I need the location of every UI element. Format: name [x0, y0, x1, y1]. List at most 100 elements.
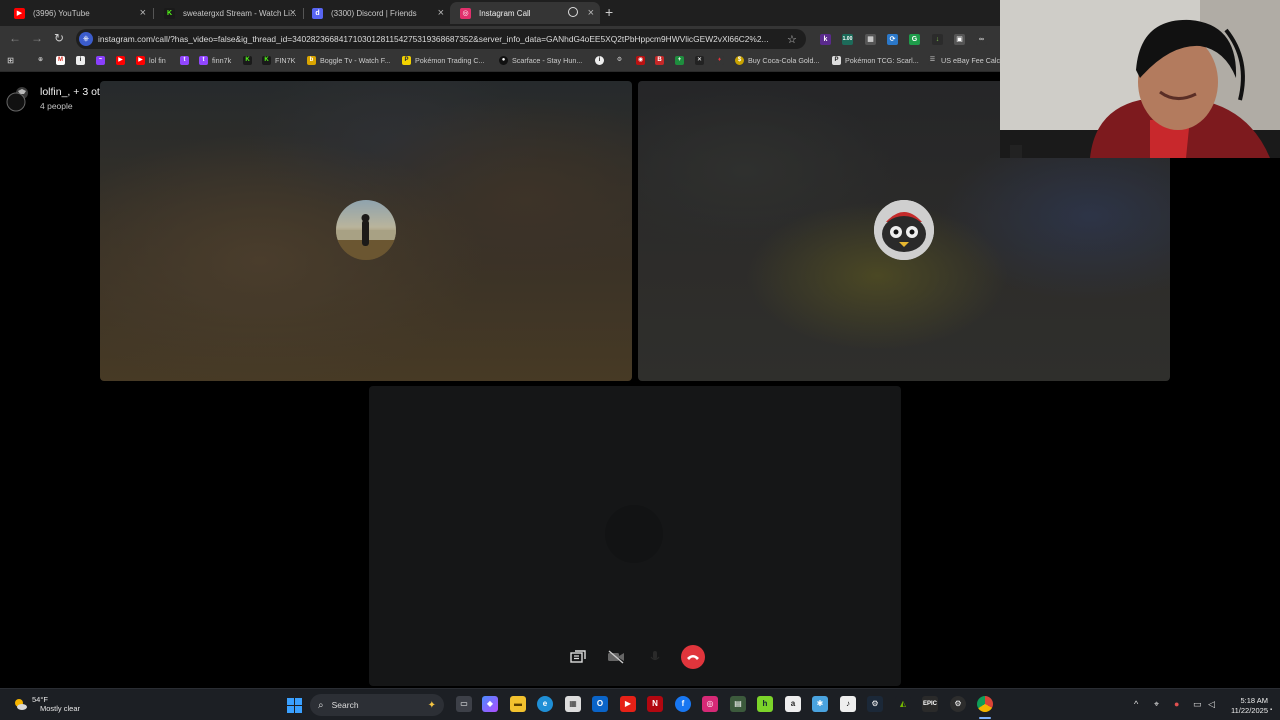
reload-icon[interactable]: ↻ [54, 31, 64, 45]
participant-tile[interactable] [100, 81, 632, 381]
weather-desc: Mostly clear [40, 704, 81, 713]
chrome-icon[interactable] [977, 696, 993, 712]
active-app-indicator [979, 717, 991, 719]
microphone-tray-icon[interactable]: ● [1174, 699, 1179, 709]
steam-icon[interactable]: ⚙ [867, 696, 883, 712]
apps-grid-icon[interactable]: ⊞ [6, 56, 19, 65]
kick-icon: K [164, 7, 175, 19]
extension-grammarly-icon[interactable]: G [909, 34, 920, 45]
bookmark-sheets-icon[interactable]: + [675, 56, 688, 65]
bookmark-kick-icon[interactable]: K [243, 56, 256, 65]
facebook-icon[interactable]: f [675, 696, 691, 712]
bookmark-star-icon[interactable]: ☆ [787, 33, 797, 46]
tab-label: (3996) YouTube [33, 8, 90, 18]
back-arrow-icon[interactable]: ← [9, 31, 21, 45]
app-icon[interactable]: ✱ [812, 696, 828, 712]
close-icon[interactable]: × [140, 6, 146, 20]
bookmark-gmail-icon[interactable]: M [56, 56, 69, 65]
end-call-button[interactable] [681, 645, 705, 669]
tiktok-icon[interactable]: ♪ [840, 696, 856, 712]
camera-toggle-button[interactable] [604, 645, 628, 669]
bookmark-red-icon[interactable]: ◉ [636, 56, 649, 65]
bookmark-lol-fin[interactable]: ▶ lol fin [136, 56, 166, 65]
volume-icon[interactable]: ◁ [1208, 699, 1215, 710]
copilot-sparkle-icon: ✦ [427, 699, 436, 711]
extension-k-icon[interactable]: k [820, 34, 831, 45]
youtube-app-icon[interactable]: ▶ [620, 696, 636, 712]
bookmark-coca-cola[interactable]: $ Buy Coca-Cola Gold... [735, 56, 820, 65]
task-view-icon[interactable]: ▭ [456, 696, 472, 712]
download-icon[interactable]: ↓ [932, 34, 943, 45]
site-info-icon[interactable]: ⎈ [79, 32, 93, 46]
bookmark-boggle-tv[interactable]: b Boggle Tv - Watch F... [307, 56, 390, 65]
bookmark-youtube-icon[interactable]: ▶ [116, 56, 129, 65]
tab-instagram-call[interactable]: ◎ Instagram Call × [450, 2, 600, 24]
bookmark-messenger-icon[interactable]: ~ [96, 56, 109, 65]
tab-discord[interactable]: d (3300) Discord | Friends × [302, 2, 450, 24]
chevron-up-icon[interactable]: ^ [1134, 699, 1138, 709]
tab-kick-stream[interactable]: K sweatergxd Stream - Watch Li... × [154, 2, 302, 24]
bookmark-finn7k[interactable]: t finn7k [199, 56, 231, 65]
microphone-button[interactable] [643, 645, 667, 669]
participant-avatar [874, 200, 934, 260]
forward-arrow-icon[interactable]: → [31, 31, 43, 45]
bookmark-gear-icon[interactable]: ⚙ [615, 56, 628, 65]
instagram-icon: ◎ [460, 7, 471, 19]
close-icon[interactable]: × [438, 6, 444, 20]
weather-widget[interactable]: 54°F Mostly clear [12, 695, 80, 713]
self-view-tile[interactable] [369, 386, 901, 686]
bookmark-pokemon-trading[interactable]: P Pokémon Trading C... [402, 56, 485, 65]
browser-toolbar: ← → ↻ ⎈ instagram.com/call/?has_video=fa… [0, 26, 1000, 52]
bookmark-info-icon[interactable]: i [76, 56, 89, 65]
group-avatar[interactable] [6, 86, 30, 112]
self-avatar [605, 505, 663, 563]
bookmark-fin7k[interactable]: K FIN7K [262, 56, 295, 65]
notifications-icon[interactable]: ▪ [1270, 707, 1272, 713]
taskbar-search[interactable]: ⌕ Search ✦ [310, 694, 444, 716]
extension-icon[interactable]: ▣ [954, 34, 965, 45]
clock[interactable]: 5:18 AM 11/22/2025 [1226, 696, 1268, 715]
extension-icon[interactable]: ⟳ [887, 34, 898, 45]
bookmark-info-icon[interactable]: i [595, 56, 608, 65]
extension-icon[interactable]: ▦ [865, 34, 876, 45]
bookmark-chrome-icon[interactable]: ⊕ [36, 56, 49, 65]
nvidia-icon[interactable]: ◭ [895, 696, 911, 712]
network-icon[interactable]: ▭ [1193, 699, 1202, 710]
extension-counter-icon[interactable]: 1.00 [842, 34, 853, 45]
amazon-icon[interactable]: a [785, 696, 801, 712]
phone-hangup-icon [687, 655, 699, 660]
new-tab-button[interactable]: + [605, 4, 613, 20]
epic-games-icon[interactable]: EPIC [922, 696, 938, 712]
clock-date: 11/22/2025 [1231, 705, 1268, 715]
outlook-icon[interactable]: O [592, 696, 608, 712]
store-icon[interactable]: ▦ [565, 696, 581, 712]
bookmark-ebay-fee[interactable]: ☰ US eBay Fee Calc [928, 56, 1000, 65]
file-explorer-icon[interactable]: ▬ [510, 696, 526, 712]
bookmark-scarface[interactable]: ● Scarface - Stay Hun... [499, 56, 582, 65]
screen-share-button[interactable] [566, 645, 590, 669]
clock-time: 5:18 AM [1240, 696, 1268, 705]
bookmark-b-icon[interactable]: B [655, 56, 668, 65]
extension-glasses-icon[interactable]: ∞ [976, 34, 987, 45]
bookmark-pokemon-tcg[interactable]: P Pokémon TCG: Scarl... [832, 56, 919, 65]
tab-youtube[interactable]: ▶ (3996) YouTube × [4, 2, 152, 24]
bookmark-twitch-icon[interactable]: t [180, 56, 193, 65]
tab-label: Instagram Call [479, 8, 531, 18]
bookmark-flame-icon[interactable]: ♦ [715, 56, 728, 65]
hulu-icon[interactable]: h [757, 696, 773, 712]
copilot-icon[interactable]: ◆ [482, 696, 498, 712]
netflix-icon[interactable]: N [647, 696, 663, 712]
taskbar: 54°F Mostly clear ⌕ Search ✦ ▭ ◆ ▬ e ▦ O… [0, 688, 1280, 720]
media-app-icon[interactable]: ▤ [730, 696, 746, 712]
edge-icon[interactable]: e [537, 696, 553, 712]
windows-start-icon[interactable] [287, 698, 302, 713]
settings-icon[interactable]: ⚙ [950, 696, 966, 712]
instagram-app-icon[interactable]: ◎ [702, 696, 718, 712]
address-bar[interactable]: ⎈ instagram.com/call/?has_video=false&ig… [76, 29, 806, 49]
location-icon[interactable]: ⌖ [1154, 699, 1159, 710]
tab-label: sweatergxd Stream - Watch Li... [183, 8, 297, 18]
close-icon[interactable]: × [290, 6, 296, 20]
url-text: instagram.com/call/?has_video=false&ig_t… [98, 34, 769, 44]
bookmark-x-icon[interactable]: ✕ [695, 56, 708, 65]
close-icon[interactable]: × [588, 6, 594, 20]
